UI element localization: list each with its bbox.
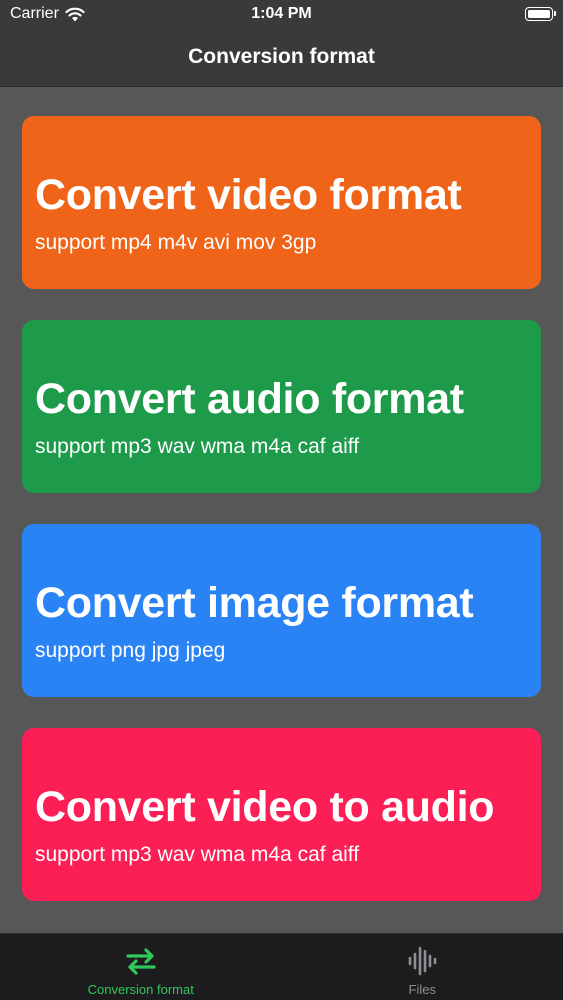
- arrows-swap-icon: [126, 948, 156, 975]
- card-subtitle: support png jpg jpeg: [35, 639, 226, 662]
- tab-files[interactable]: Files: [282, 934, 563, 1000]
- card-title: Convert video to audio: [35, 783, 495, 831]
- tab-bar: Conversion format Files: [0, 933, 563, 1000]
- card-subtitle: support mp3 wav wma m4a caf aiff: [35, 843, 360, 866]
- status-bar: Carrier 1:04 PM: [0, 0, 563, 32]
- tab-label: Conversion format: [87, 982, 194, 997]
- card-subtitle: support mp3 wav wma m4a caf aiff: [35, 435, 360, 458]
- card-title: Convert video format: [35, 171, 462, 219]
- tab-label: Files: [408, 982, 436, 997]
- battery-icon: [525, 7, 556, 21]
- conversion-card-list: Convert video format support mp4 m4v avi…: [22, 116, 541, 932]
- card-subtitle: support mp4 m4v avi mov 3gp: [35, 231, 317, 254]
- convert-video-format-card[interactable]: Convert video format support mp4 m4v avi…: [22, 116, 541, 289]
- convert-image-format-card[interactable]: Convert image format support png jpg jpe…: [22, 524, 541, 697]
- navigation-bar: Conversion format: [0, 32, 563, 87]
- card-title: Convert image format: [35, 579, 474, 627]
- page-title: Conversion format: [188, 45, 375, 68]
- card-title: Convert audio format: [35, 375, 464, 423]
- status-time: 1:04 PM: [251, 5, 312, 22]
- waveform-icon: [408, 946, 437, 976]
- convert-audio-format-card[interactable]: Convert audio format support mp3 wav wma…: [22, 320, 541, 493]
- tab-conversion-format[interactable]: Conversion format: [0, 934, 282, 1000]
- convert-video-to-audio-card[interactable]: Convert video to audio support mp3 wav w…: [22, 728, 541, 901]
